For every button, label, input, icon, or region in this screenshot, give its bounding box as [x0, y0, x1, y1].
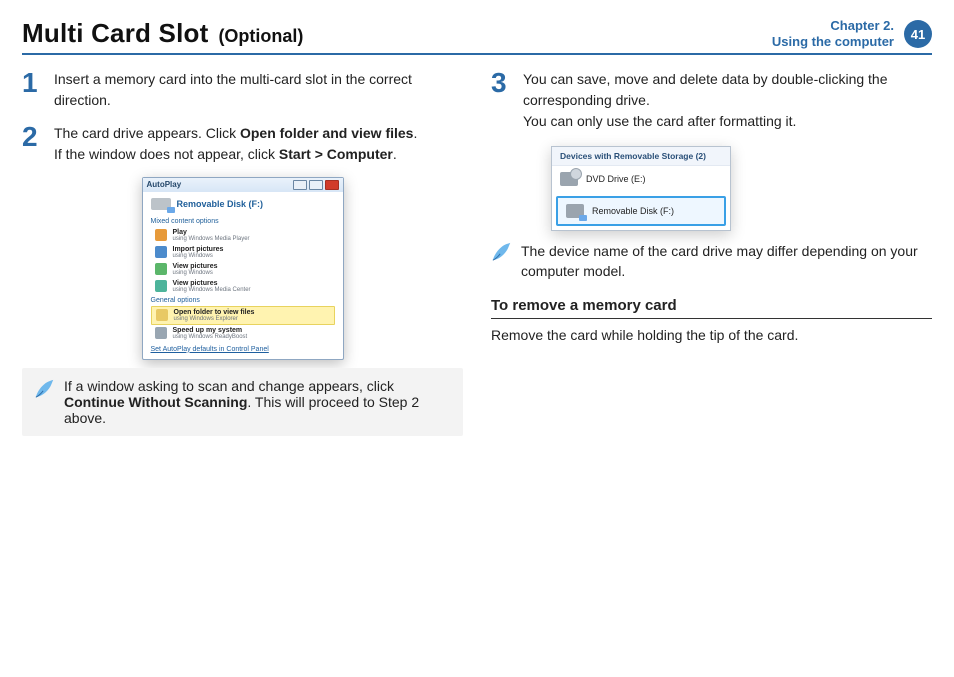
scan-note-b: Continue Without Scanning — [64, 394, 247, 410]
autoplay-row-view1-l2: using Windows — [173, 270, 218, 276]
device-removable-label: Removable Disk (F:) — [592, 206, 674, 216]
devices-box: Devices with Removable Storage (2) DVD D… — [551, 146, 731, 231]
chapter-line-2: Using the computer — [772, 34, 894, 50]
pictures-icon — [155, 263, 167, 275]
import-icon — [155, 246, 167, 258]
autoplay-footer-link: Set AutoPlay defaults in Control Panel — [143, 342, 343, 359]
device-removable: Removable Disk (F:) — [556, 196, 726, 226]
note-icon — [34, 378, 56, 426]
device-dvd: DVD Drive (E:) — [552, 166, 730, 192]
step-2-line2a: If the window does not appear, click — [54, 146, 279, 162]
page-header: Multi Card Slot (Optional) Chapter 2. Us… — [22, 18, 932, 55]
devices-header: Devices with Removable Storage (2) — [552, 147, 730, 166]
autoplay-window: AutoPlay Removable Disk (F:) Mixed conte… — [142, 177, 344, 360]
autoplay-row-view1-l1: View pictures — [173, 263, 218, 270]
dvd-drive-icon — [560, 172, 578, 186]
step-3: 3 You can save, move and delete data by … — [491, 69, 932, 132]
autoplay-row-play: Playusing Windows Media Player — [151, 227, 335, 244]
device-name-note: The device name of the card drive may di… — [491, 241, 932, 282]
autoplay-row-boost-l2: using Windows ReadyBoost — [173, 334, 248, 340]
media-player-icon — [155, 229, 167, 241]
media-center-icon — [155, 280, 167, 292]
step-1-number: 1 — [22, 69, 44, 111]
right-column: 3 You can save, move and delete data by … — [491, 69, 932, 436]
device-name-note-text: The device name of the card drive may di… — [521, 241, 932, 282]
maximize-icon — [309, 180, 323, 190]
close-icon — [325, 180, 339, 190]
autoplay-row-view1: View picturesusing Windows — [151, 261, 335, 278]
step-3-line2: You can only use the card after formatti… — [523, 113, 796, 129]
scan-note-text: If a window asking to scan and change ap… — [64, 378, 451, 426]
autoplay-title: AutoPlay — [147, 180, 182, 189]
autoplay-row-view2: View picturesusing Windows Media Center — [151, 278, 335, 295]
autoplay-row-import-l2: using Windows — [173, 253, 224, 259]
autoplay-titlebar: AutoPlay — [143, 178, 343, 192]
step-1-text: Insert a memory card into the multi-card… — [54, 69, 463, 111]
step-2: 2 The card drive appears. Click Open fol… — [22, 123, 463, 165]
autoplay-row-readyboost: Speed up my systemusing Windows ReadyBoo… — [151, 325, 335, 342]
chapter-line-1: Chapter 2. — [772, 18, 894, 34]
page-title: Multi Card Slot — [22, 18, 208, 49]
step-2-text: The card drive appears. Click Open folde… — [54, 123, 417, 165]
device-dvd-label: DVD Drive (E:) — [586, 174, 646, 184]
step-2-line1b: Open folder and view files — [240, 125, 413, 141]
autoplay-row-view2-l1: View pictures — [173, 280, 251, 287]
step-1: 1 Insert a memory card into the multi-ca… — [22, 69, 463, 111]
autoplay-mixed-header: Mixed content options — [151, 218, 335, 225]
remove-card-heading: To remove a memory card — [491, 297, 932, 319]
scan-note-a: If a window asking to scan and change ap… — [64, 378, 394, 394]
left-column: 1 Insert a memory card into the multi-ca… — [22, 69, 463, 436]
remove-card-text: Remove the card while holding the tip of… — [491, 327, 932, 343]
chapter-label: Chapter 2. Using the computer — [772, 18, 894, 51]
page-subtitle: (Optional) — [218, 26, 303, 47]
autoplay-row-boost-l1: Speed up my system — [173, 327, 248, 334]
autoplay-general-header: General options — [151, 297, 335, 304]
page-number-badge: 41 — [904, 20, 932, 48]
step-3-number: 3 — [491, 69, 513, 132]
step-2-line1a: The card drive appears. Click — [54, 125, 240, 141]
removable-disk-icon — [566, 204, 584, 218]
autoplay-row-play-l1: Play — [173, 229, 250, 236]
autoplay-row-openfolder: Open folder to view filesusing Windows E… — [151, 306, 335, 325]
readyboost-icon — [155, 327, 167, 339]
autoplay-row-open-l2: using Windows Explorer — [174, 316, 255, 322]
autoplay-drive-header: Removable Disk (F:) — [143, 192, 343, 216]
drive-icon — [151, 198, 171, 210]
step-2-line2c: . — [393, 146, 397, 162]
autoplay-row-open-l1: Open folder to view files — [174, 309, 255, 316]
minimize-icon — [293, 180, 307, 190]
autoplay-row-import-l1: Import pictures — [173, 246, 224, 253]
step-2-line2b: Start > Computer — [279, 146, 393, 162]
step-2-line1c: . — [413, 125, 417, 141]
window-buttons — [293, 180, 339, 190]
step-2-number: 2 — [22, 123, 44, 165]
autoplay-row-play-l2: using Windows Media Player — [173, 236, 250, 242]
autoplay-drive-name: Removable Disk (F:) — [177, 199, 264, 209]
step-3-line1: You can save, move and delete data by do… — [523, 71, 888, 108]
scan-note: If a window asking to scan and change ap… — [22, 368, 463, 436]
folder-icon — [156, 309, 168, 321]
autoplay-row-import: Import picturesusing Windows — [151, 244, 335, 261]
autoplay-row-view2-l2: using Windows Media Center — [173, 287, 251, 293]
note-icon — [491, 241, 513, 282]
step-3-text: You can save, move and delete data by do… — [523, 69, 932, 132]
